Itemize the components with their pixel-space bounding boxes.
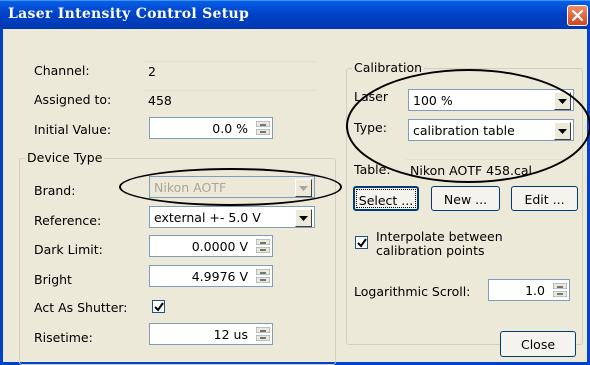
calibration-title: Calibration	[352, 60, 425, 75]
channel-value-field: 2	[145, 61, 317, 79]
log-scroll-value: 1.0	[525, 283, 545, 298]
dialog-body: Channel: 2 Assigned to: 458 Initial Valu…	[0, 29, 590, 365]
dark-limit-label: Dark Limit:	[34, 242, 103, 257]
initial-value-label: Initial Value:	[34, 122, 112, 137]
brand-value: Nikon AOTF	[154, 180, 227, 195]
spin-up-icon[interactable]	[256, 121, 270, 127]
spin-down-icon[interactable]	[553, 291, 567, 297]
act-as-shutter-label: Act As Shutter:	[34, 300, 128, 315]
window-close-button[interactable]	[567, 5, 588, 26]
device-type-title: Device Type	[25, 150, 105, 165]
assigned-to-value-field: 458	[145, 90, 317, 108]
risetime-spinner[interactable]	[256, 327, 270, 341]
interpolate-label-line-1: Interpolate between	[376, 229, 503, 244]
reference-label: Reference:	[34, 213, 102, 228]
table-value-field: Nikon AOTF 458.cal	[406, 159, 576, 179]
table-label: Table:	[354, 162, 391, 177]
spin-up-icon[interactable]	[256, 269, 270, 275]
reference-dropdown-button[interactable]	[295, 209, 312, 227]
reference-value: external +- 5.0 V	[154, 210, 261, 225]
laser-dropdown-button[interactable]	[554, 92, 571, 110]
interpolate-checkbox[interactable]	[355, 236, 368, 249]
new-button[interactable]: New ...	[431, 186, 500, 211]
brand-select: Nikon AOTF	[149, 176, 315, 198]
spin-up-icon[interactable]	[256, 327, 270, 333]
table-value: Nikon AOTF 458.cal	[410, 163, 532, 178]
edit-button[interactable]: Edit ...	[511, 186, 578, 211]
risetime-value: 12 us	[213, 327, 248, 342]
bright-spinner[interactable]	[256, 269, 270, 283]
chevron-down-icon	[558, 129, 567, 134]
spin-down-icon[interactable]	[256, 247, 270, 253]
dark-limit-value: 0.0000 V	[191, 239, 248, 254]
spin-down-icon[interactable]	[256, 335, 270, 341]
spin-down-icon[interactable]	[256, 277, 270, 283]
checkmark-icon	[154, 302, 164, 312]
initial-value-spinner[interactable]	[256, 121, 270, 135]
title-bar: Laser Intensity Control Setup	[0, 0, 590, 29]
bright-label: Bright	[34, 272, 72, 287]
log-scroll-input[interactable]: 1.0	[488, 279, 570, 301]
interpolate-label-line-2: calibration points	[376, 243, 485, 258]
brand-dropdown-button	[295, 179, 312, 197]
channel-label: Channel:	[34, 63, 90, 78]
chevron-down-icon	[299, 186, 308, 191]
log-scroll-label: Logarithmic Scroll:	[354, 284, 471, 299]
spin-down-icon[interactable]	[256, 129, 270, 135]
reference-select[interactable]: external +- 5.0 V	[149, 206, 315, 228]
spin-up-icon[interactable]	[256, 239, 270, 245]
laser-select[interactable]: 100 %	[408, 89, 574, 111]
window-title: Laser Intensity Control Setup	[8, 6, 250, 22]
calibration-type-select[interactable]: calibration table	[408, 119, 574, 141]
assigned-to-label: Assigned to:	[34, 92, 112, 107]
brand-label: Brand:	[34, 183, 76, 198]
type-label: Type:	[354, 120, 387, 135]
calibration-type-value: calibration table	[413, 123, 515, 138]
chevron-down-icon	[558, 99, 567, 104]
laser-value: 100 %	[413, 93, 453, 108]
channel-value: 2	[148, 64, 156, 79]
close-icon	[571, 9, 584, 22]
bright-value: 4.9976 V	[191, 269, 248, 284]
risetime-label: Risetime:	[34, 330, 93, 345]
bright-input[interactable]: 4.9976 V	[149, 265, 273, 287]
laser-label: Laser	[354, 89, 388, 104]
risetime-input[interactable]: 12 us	[149, 323, 273, 345]
assigned-to-value: 458	[148, 93, 172, 108]
initial-value-text: 0.0 %	[212, 121, 248, 136]
calibration-type-dropdown-button[interactable]	[554, 122, 571, 140]
checkmark-icon	[357, 238, 367, 248]
initial-value-input[interactable]: 0.0 %	[149, 117, 273, 139]
select-button[interactable]: Select ...	[353, 186, 419, 211]
dark-limit-spinner[interactable]	[256, 239, 270, 253]
dark-limit-input[interactable]: 0.0000 V	[149, 235, 273, 257]
close-button[interactable]: Close	[500, 331, 576, 357]
spin-up-icon[interactable]	[553, 283, 567, 289]
act-as-shutter-checkbox[interactable]	[152, 300, 165, 313]
log-scroll-spinner[interactable]	[553, 283, 567, 297]
chevron-down-icon	[299, 216, 308, 221]
